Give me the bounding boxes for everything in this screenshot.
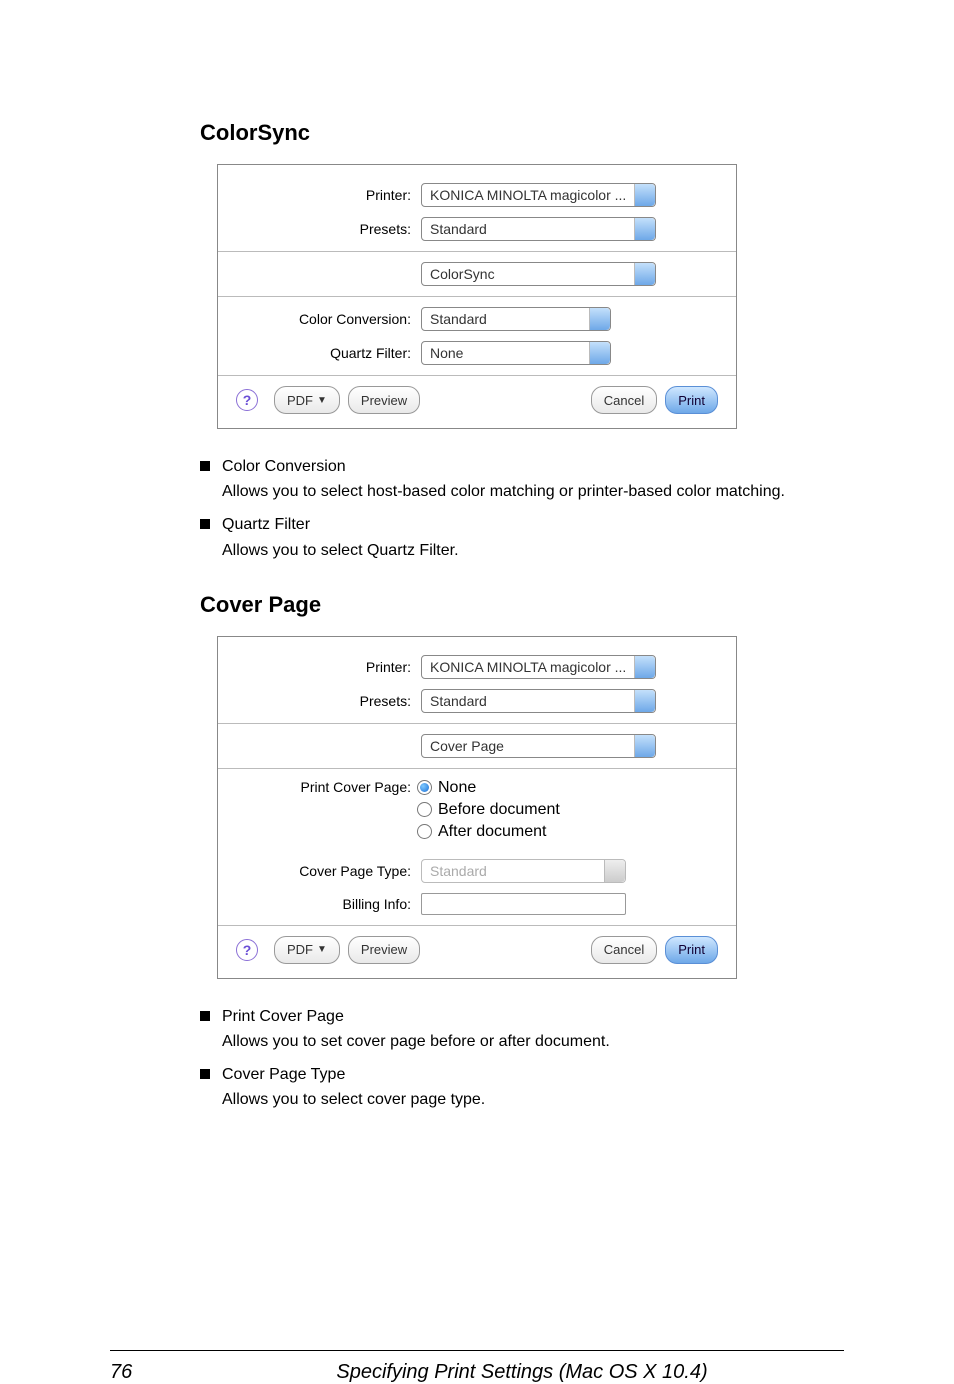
print-button[interactable]: Print [665,386,718,414]
cancel-button[interactable]: Cancel [591,936,657,964]
list-item-title: Quartz Filter [222,513,844,536]
section-title-colorsync: ColorSync [200,120,844,146]
radio-label: None [438,779,476,797]
radio-none[interactable]: None [417,779,560,797]
cover-page-type-value: Standard [430,863,487,879]
print-dialog-coverpage: Printer: KONICA MINOLTA magicolor ... ▲▼… [217,636,737,979]
radio-icon [417,824,432,839]
print-cover-page-label: Print Cover Page: [236,779,417,845]
chevron-down-icon: ▼ [317,944,327,955]
help-button[interactable]: ? [236,939,258,961]
chapter-title: Specifying Print Settings (Mac OS X 10.4… [200,1361,844,1384]
radio-before[interactable]: Before document [417,801,560,819]
pane-select[interactable]: ColorSync ▲▼ [421,262,656,286]
print-button[interactable]: Print [665,936,718,964]
list-item-title: Cover Page Type [222,1063,844,1086]
page-number: 76 [110,1361,200,1384]
billing-info-label: Billing Info: [236,896,421,912]
quartz-filter-label: Quartz Filter: [236,345,421,361]
radio-icon [417,780,432,795]
color-conversion-select[interactable]: Standard ▲▼ [421,307,611,331]
divider [218,251,736,252]
list-item-title: Color Conversion [222,455,844,478]
list-item-desc: Allows you to select cover page type. [222,1088,844,1111]
presets-select[interactable]: Standard ▲▼ [421,217,656,241]
radio-after[interactable]: After document [417,823,560,841]
printer-label: Printer: [236,659,421,675]
pane-value: Cover Page [430,738,504,754]
bullet-icon [200,1069,210,1079]
divider [218,723,736,724]
color-conversion-label: Color Conversion: [236,311,421,327]
radio-label: Before document [438,801,560,819]
printer-value: KONICA MINOLTA magicolor ... [430,187,626,203]
list-item-desc: Allows you to select Quartz Filter. [222,539,844,562]
cover-page-type-select: Standard ▲▼ [421,859,626,883]
section-title-coverpage: Cover Page [200,592,844,618]
printer-value: KONICA MINOLTA magicolor ... [430,659,626,675]
preview-button[interactable]: Preview [348,386,420,414]
divider [218,375,736,376]
pane-select[interactable]: Cover Page ▲▼ [421,734,656,758]
printer-select[interactable]: KONICA MINOLTA magicolor ... ▲▼ [421,655,656,679]
printer-select[interactable]: KONICA MINOLTA magicolor ... ▲▼ [421,183,656,207]
printer-label: Printer: [236,187,421,203]
quartz-filter-value: None [430,345,463,361]
divider [218,296,736,297]
list-item-desc: Allows you to set cover page before or a… [222,1030,844,1053]
bullet-icon [200,519,210,529]
cover-page-type-label: Cover Page Type: [236,863,421,879]
pdf-button[interactable]: PDF▼ [274,386,340,414]
pane-value: ColorSync [430,266,495,282]
radio-label: After document [438,823,547,841]
divider [218,768,736,769]
list-item-desc: Allows you to select host-based color ma… [222,480,844,503]
chevron-down-icon: ▼ [317,395,327,406]
coverpage-description-list: Print Cover Page Allows you to set cover… [200,1005,844,1112]
quartz-filter-select[interactable]: None ▲▼ [421,341,611,365]
color-conversion-value: Standard [430,311,487,327]
help-button[interactable]: ? [236,389,258,411]
billing-info-input[interactable] [421,893,626,915]
bullet-icon [200,461,210,471]
print-dialog-colorsync: Printer: KONICA MINOLTA magicolor ... ▲▼… [217,164,737,429]
presets-value: Standard [430,221,487,237]
pdf-button[interactable]: PDF▼ [274,936,340,964]
colorsync-description-list: Color Conversion Allows you to select ho… [200,455,844,562]
list-item-title: Print Cover Page [222,1005,844,1028]
radio-icon [417,802,432,817]
presets-label: Presets: [236,693,421,709]
preview-button[interactable]: Preview [348,936,420,964]
bullet-icon [200,1011,210,1021]
presets-value: Standard [430,693,487,709]
presets-label: Presets: [236,221,421,237]
presets-select[interactable]: Standard ▲▼ [421,689,656,713]
cancel-button[interactable]: Cancel [591,386,657,414]
divider [218,925,736,926]
